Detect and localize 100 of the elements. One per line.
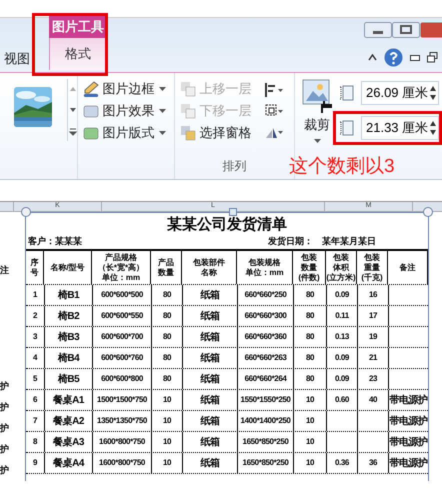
- restore-icon[interactable]: [427, 52, 438, 63]
- table-cell: 0.13: [326, 327, 357, 347]
- table-cell: 1650*850*250: [237, 432, 293, 452]
- collapse-icon[interactable]: [368, 54, 377, 61]
- header-text: (立方米): [326, 272, 356, 282]
- handle-icon[interactable]: [423, 207, 433, 217]
- dropdown-icon: [158, 108, 166, 112]
- header-text: 包装: [333, 252, 349, 262]
- header-text: 包装: [364, 252, 380, 262]
- header-text: 重量: [364, 262, 380, 272]
- table-cell: 纸箱: [182, 390, 237, 410]
- table-cell: 餐桌A2: [44, 411, 92, 431]
- layers-icon: [180, 102, 196, 118]
- width-field[interactable]: 21.33 厘米: [361, 116, 439, 140]
- ribbon-command[interactable]: 图片边框: [82, 79, 166, 98]
- table-cell-text: 2: [32, 310, 38, 322]
- table-cell: 纸箱: [182, 348, 237, 368]
- cell-text: 护: [0, 422, 10, 435]
- spin-up-icon[interactable]: [430, 86, 436, 91]
- header-text: （长*宽*高）: [98, 262, 144, 272]
- ribbon-tab[interactable]: 格式: [49, 38, 107, 70]
- cell-text: 护: [0, 443, 10, 456]
- table-cell: 纸箱: [182, 306, 237, 326]
- spin-down-icon[interactable]: [430, 95, 436, 100]
- height-field[interactable]: 26.09 厘米: [361, 81, 439, 105]
- shape-effect-icon: [82, 102, 99, 118]
- table-cell: 纸箱: [182, 327, 237, 347]
- table-cell: 椅B4: [44, 348, 92, 368]
- table-cell: 0.36: [326, 453, 357, 473]
- header-text: 产品: [158, 258, 174, 268]
- table-cell: 纸箱: [182, 411, 237, 431]
- table-cell: 19: [357, 327, 388, 347]
- cell-text: 护: [0, 401, 10, 414]
- table-cell: 0.09: [326, 285, 357, 305]
- spin-down-icon[interactable]: [430, 130, 436, 135]
- table-cell-text: 3: [32, 331, 38, 343]
- table-cell-text: 6: [32, 394, 38, 406]
- crop-icon: [302, 79, 332, 113]
- close-icon[interactable]: [420, 22, 442, 38]
- header-text: 名称: [201, 268, 217, 278]
- minimize-icon[interactable]: [364, 22, 392, 38]
- header-text: 名称/型号: [50, 262, 85, 272]
- ribbon-command[interactable]: 图片效果: [82, 101, 166, 120]
- table-cell: 带电源护: [388, 411, 428, 431]
- table-cell: 16: [357, 285, 388, 305]
- table-cell: 10: [293, 453, 326, 473]
- ribbon-tab[interactable]: 视图: [0, 46, 34, 72]
- table-cell: 0.60: [326, 390, 357, 410]
- table-cell: 餐桌A1: [44, 390, 92, 410]
- table-cell: 0.09: [326, 348, 357, 368]
- minimize-icon[interactable]: [410, 54, 420, 60]
- header-text: 单位：mm: [245, 268, 284, 278]
- table-cell: 80: [293, 369, 326, 389]
- table-cell: 纸箱: [182, 369, 237, 389]
- table-cell: 80: [151, 348, 182, 368]
- table-cell: 1600*800*750: [92, 453, 151, 473]
- table-cell: 带电源护: [388, 390, 428, 410]
- table-cell: 椅B1: [44, 285, 92, 305]
- table-cell: 纸箱: [182, 453, 237, 473]
- table-cell: 80: [293, 348, 326, 368]
- table-cell: 23: [357, 369, 388, 389]
- layout-icon: [82, 124, 99, 140]
- table-cell: 10: [293, 432, 326, 452]
- restore-icon[interactable]: [392, 22, 420, 38]
- table-cell: 80: [293, 327, 326, 347]
- table-cell: 600*600*550: [92, 306, 151, 326]
- table-cell: 600*600*800: [92, 369, 151, 389]
- layers-icon: [180, 80, 196, 96]
- table-cell: 600*600*500: [92, 285, 151, 305]
- handle-icon[interactable]: [229, 208, 237, 216]
- table-cell: 80: [293, 285, 326, 305]
- table-cell: 1500*1500*750: [92, 390, 151, 410]
- dropdown-icon: [158, 130, 166, 134]
- cell-text: 护: [0, 464, 10, 477]
- table-cell: 660*660*300: [237, 306, 293, 326]
- ribbon-command[interactable]: 图片版式: [82, 123, 166, 142]
- table-cell: 0.11: [326, 306, 357, 326]
- customer-label: 客户：某某某: [28, 235, 82, 248]
- table-cell: 600*600*700: [92, 327, 151, 347]
- header-text: 体积: [333, 262, 349, 272]
- document-title: 某某公司发货清单: [166, 215, 288, 235]
- annotation-text: 这个数剩以3: [289, 156, 395, 178]
- table-cell: 80: [151, 285, 182, 305]
- table-cell: 660*660*264: [237, 369, 293, 389]
- help-icon[interactable]: [384, 48, 403, 67]
- table-cell: 1550*1550*250: [237, 390, 293, 410]
- spin-up-icon[interactable]: [430, 121, 436, 126]
- table-cell: 10: [151, 390, 182, 410]
- ribbon-command[interactable]: 选择窗格: [180, 123, 252, 142]
- table-cell: 660*660*263: [237, 348, 293, 368]
- table-cell: 40: [357, 390, 388, 410]
- pencil-border-icon: [82, 80, 99, 96]
- table-cell-text: 5: [32, 373, 38, 385]
- table-cell: 600*600*760: [92, 348, 151, 368]
- header-text: 序: [30, 258, 38, 268]
- table-cell: 餐桌A3: [44, 432, 92, 452]
- align-icon[interactable]: [264, 82, 284, 98]
- table-cell-text: 9: [32, 457, 38, 469]
- table-cell: 10: [151, 432, 182, 452]
- handle-icon[interactable]: [21, 207, 31, 217]
